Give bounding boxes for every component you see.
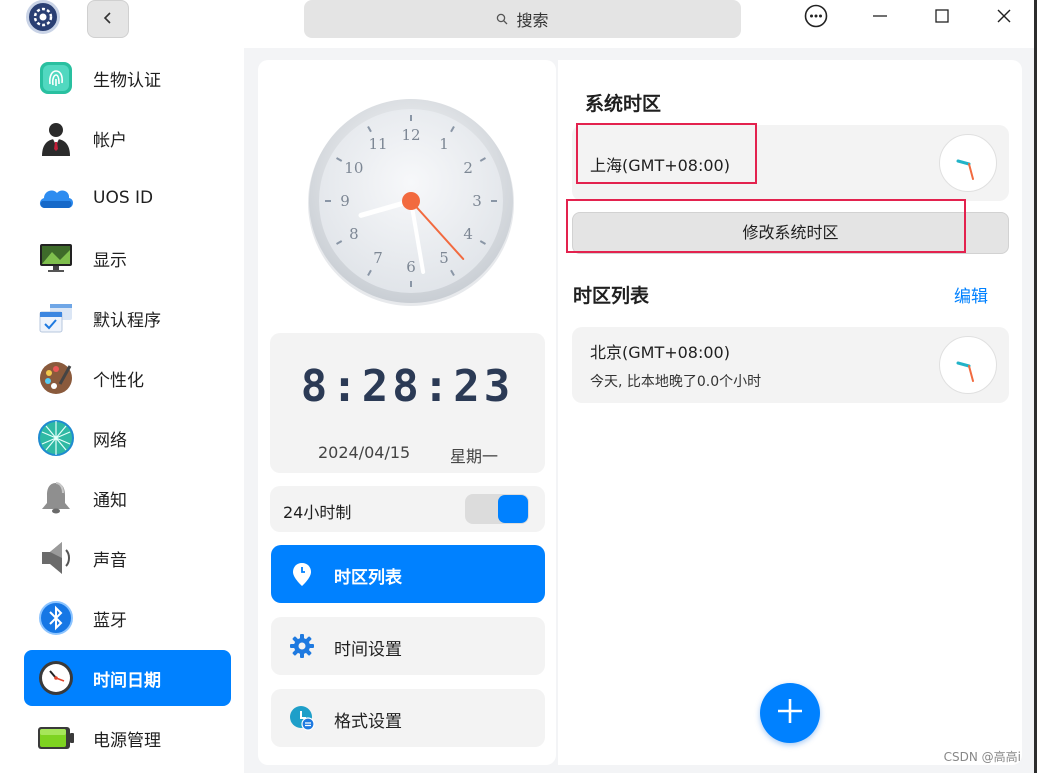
toggle-knob	[498, 495, 528, 523]
tab-time-settings[interactable]: 时间设置	[271, 617, 545, 675]
timezone-panel: 系统时区 上海(GMT+08:00) 修改系统时区 时区列表 编辑 北京(GMT…	[558, 60, 1022, 765]
clock-icon	[36, 658, 76, 698]
account-icon	[36, 118, 76, 158]
sidebar-item-default-apps[interactable]: 默认程序	[24, 290, 231, 346]
analog-clock: 12 1 2 3 4 5 6 7 8 9 10 11	[306, 96, 516, 306]
speaker-icon	[36, 538, 76, 578]
sidebar-item-label: 默认程序	[93, 310, 161, 331]
tab-label: 时区列表	[334, 568, 402, 588]
clock-numeral: 7	[373, 249, 383, 267]
sidebar: 生物认证 帐户 UOS ID 显示 默认程序 个性化 网络 通知 声音 蓝牙 时…	[10, 48, 244, 773]
back-arrow-icon	[101, 10, 115, 29]
datetime-nav-panel: 12 1 2 3 4 5 6 7 8 9 10 11 8:28:23 2024/04/15 星期一 2…	[258, 60, 556, 765]
mini-clock-icon	[939, 336, 997, 394]
digital-clock-card: 8:28:23 2024/04/15 星期一	[270, 333, 545, 473]
palette-icon	[36, 358, 76, 398]
more-menu-button[interactable]	[801, 4, 831, 32]
tab-timezone-list[interactable]: 时区列表	[271, 545, 545, 603]
sidebar-item-label: 时间日期	[93, 670, 161, 691]
system-timezone-title: 系统时区	[585, 93, 662, 115]
timezone-list-item[interactable]: 北京(GMT+08:00) 今天, 比本地晚了0.0个小时	[572, 327, 1009, 403]
search-input[interactable]: 搜索	[304, 0, 741, 38]
bell-icon	[36, 478, 76, 518]
mini-clock-icon	[939, 134, 997, 192]
sidebar-item-display[interactable]: 显示	[24, 230, 231, 286]
sidebar-item-uos-id[interactable]: UOS ID	[24, 170, 231, 226]
close-icon	[996, 8, 1012, 28]
digital-time: 8:28:23	[300, 361, 515, 412]
minimize-icon	[872, 8, 888, 28]
sidebar-item-label: 通知	[93, 490, 127, 511]
sidebar-item-label: 生物认证	[93, 70, 161, 91]
sidebar-item-label: 声音	[93, 550, 127, 571]
format-24h-label: 24小时制	[283, 503, 352, 522]
sidebar-item-label: 电源管理	[93, 730, 161, 751]
gear-icon	[289, 633, 315, 659]
back-button[interactable]	[87, 0, 129, 38]
battery-icon	[36, 718, 76, 758]
app-logo-icon	[26, 0, 60, 34]
minimize-button[interactable]	[865, 5, 895, 31]
sidebar-item-personalization[interactable]: 个性化	[24, 350, 231, 406]
sidebar-item-datetime[interactable]: 时间日期	[24, 650, 231, 706]
clock-numeral: 9	[340, 192, 350, 210]
settings-window: 搜索 生物认证 帐户 UOS ID 显示 默认程序 个性化 网络 通知 声音 蓝…	[10, 0, 1034, 773]
sidebar-item-label: 显示	[93, 250, 127, 271]
cloud-icon	[36, 178, 76, 218]
clock-numeral: 2	[463, 159, 473, 177]
sidebar-item-label: 个性化	[93, 370, 144, 391]
timezone-list-title: 时区列表	[573, 285, 650, 307]
format-24h-row: 24小时制	[270, 486, 545, 532]
tab-label: 格式设置	[334, 712, 402, 732]
clock-numeral: 8	[349, 225, 359, 243]
location-pin-icon	[289, 561, 315, 587]
sidebar-item-label: 网络	[93, 430, 127, 451]
clock-numeral: 6	[406, 258, 416, 276]
default-apps-icon	[36, 298, 76, 338]
more-icon	[804, 4, 828, 32]
timezone-item-name: 北京(GMT+08:00)	[590, 343, 730, 362]
current-weekday: 星期一	[450, 447, 499, 466]
edit-link[interactable]: 编辑	[954, 282, 988, 307]
highlight-box	[566, 199, 966, 253]
sidebar-item-account[interactable]: 帐户	[24, 110, 231, 166]
sidebar-item-label: 帐户	[93, 130, 127, 151]
watermark: CSDN @高高i	[943, 750, 1021, 764]
maximize-icon	[934, 8, 950, 28]
timezone-item-desc: 今天, 比本地晚了0.0个小时	[590, 374, 762, 390]
search-placeholder: 搜索	[516, 11, 549, 30]
clock-numeral: 1	[439, 135, 449, 153]
fingerprint-icon	[36, 58, 76, 98]
search-icon	[496, 10, 508, 29]
sidebar-item-power[interactable]: 电源管理	[24, 710, 231, 766]
clock-numeral: 11	[368, 135, 387, 153]
display-icon	[36, 238, 76, 278]
format-24h-toggle[interactable]	[465, 494, 529, 524]
tab-format-settings[interactable]: 格式设置	[271, 689, 545, 747]
clock-numeral: 10	[344, 159, 363, 177]
bluetooth-icon	[36, 598, 76, 638]
clock-numeral: 12	[401, 126, 420, 144]
sidebar-item-biometric[interactable]: 生物认证	[24, 50, 231, 106]
network-icon	[36, 418, 76, 458]
plus-icon	[776, 697, 804, 729]
sidebar-item-network[interactable]: 网络	[24, 410, 231, 466]
current-date: 2024/04/15	[318, 443, 411, 462]
sidebar-item-label: 蓝牙	[93, 610, 127, 631]
sidebar-item-bluetooth[interactable]: 蓝牙	[24, 590, 231, 646]
highlight-box	[576, 123, 757, 184]
clock-numeral: 5	[439, 249, 449, 267]
sidebar-item-sound[interactable]: 声音	[24, 530, 231, 586]
maximize-button[interactable]	[927, 5, 957, 31]
add-timezone-button[interactable]	[760, 683, 820, 743]
clock-numeral: 4	[463, 225, 473, 243]
tab-label: 时间设置	[334, 640, 402, 660]
sidebar-item-notification[interactable]: 通知	[24, 470, 231, 526]
sidebar-item-label: UOS ID	[93, 188, 154, 208]
format-clock-icon	[289, 705, 315, 731]
clock-numeral: 3	[472, 192, 482, 210]
close-button[interactable]	[989, 5, 1019, 31]
title-bar: 搜索	[10, 0, 1034, 48]
